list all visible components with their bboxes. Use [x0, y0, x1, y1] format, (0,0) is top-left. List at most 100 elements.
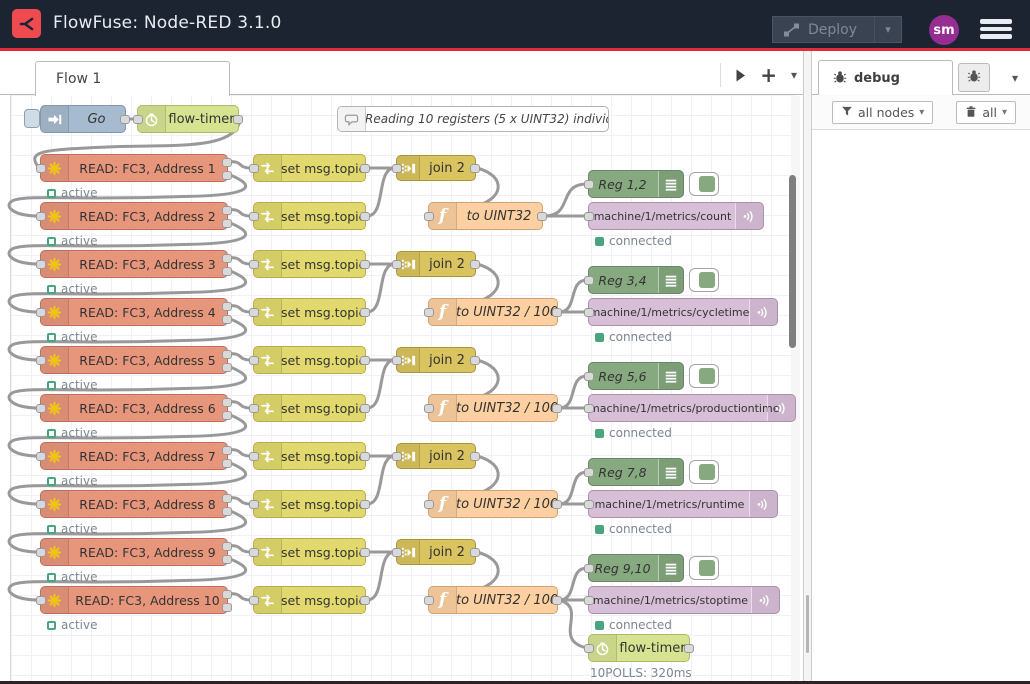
input-port[interactable] [584, 564, 594, 573]
node-read-1[interactable]: READ: FC3, Address 1 [40, 154, 228, 182]
node-read-5[interactable]: READ: FC3, Address 5 [40, 346, 228, 374]
node-change-8[interactable]: set msg.topic [253, 490, 366, 518]
input-port[interactable] [36, 404, 46, 413]
input-port[interactable] [249, 164, 259, 173]
node-debug-5[interactable]: Reg 9,10 [588, 554, 684, 582]
list-flows-icon[interactable] [735, 69, 746, 82]
output-port[interactable] [360, 452, 370, 461]
input-port[interactable] [36, 356, 46, 365]
user-avatar[interactable]: sm [929, 15, 959, 45]
output-port-1[interactable] [222, 542, 232, 551]
output-port-2[interactable] [222, 555, 232, 564]
output-port-2[interactable] [222, 219, 232, 228]
node-change-1[interactable]: set msg.topic [253, 154, 366, 182]
input-port[interactable] [36, 452, 46, 461]
flow-canvas[interactable]: Goflow-timerReading 10 registers (5 x UI… [0, 0, 803, 681]
node-ft-bottom[interactable]: flow-timer [588, 634, 690, 662]
input-port[interactable] [584, 180, 594, 189]
input-port[interactable] [392, 356, 402, 365]
node-change-5[interactable]: set msg.topic [253, 346, 366, 374]
input-port[interactable] [36, 164, 46, 173]
node-join-3[interactable]: join 2 [396, 347, 476, 373]
input-port[interactable] [424, 596, 434, 605]
node-func-1[interactable]: fto UINT32 [428, 202, 543, 230]
output-port[interactable] [470, 356, 480, 365]
node-change-6[interactable]: set msg.topic [253, 394, 366, 422]
node-read-9[interactable]: READ: FC3, Address 9 [40, 538, 228, 566]
output-port[interactable] [360, 596, 370, 605]
node-join-5[interactable]: join 2 [396, 539, 476, 565]
output-port-2[interactable] [222, 171, 232, 180]
output-port[interactable] [470, 260, 480, 269]
node-read-2[interactable]: READ: FC3, Address 2 [40, 202, 228, 230]
input-port[interactable] [133, 115, 143, 124]
node-mqtt-2[interactable]: machine/1/metrics/cycletime [588, 298, 778, 326]
input-port[interactable] [249, 452, 259, 461]
output-port-2[interactable] [222, 603, 232, 612]
node-read-4[interactable]: READ: FC3, Address 4 [40, 298, 228, 326]
output-port-2[interactable] [222, 267, 232, 276]
input-port[interactable] [249, 548, 259, 557]
node-func-5[interactable]: fto UINT32 / 100 [428, 586, 558, 614]
input-port[interactable] [584, 308, 594, 317]
node-mqtt-4[interactable]: machine/1/metrics/runtime [588, 490, 778, 518]
input-port[interactable] [424, 308, 434, 317]
debug-enable-toggle[interactable] [689, 364, 719, 388]
output-port[interactable] [552, 596, 562, 605]
main-menu-button[interactable] [980, 19, 1012, 42]
debug-enable-toggle[interactable] [689, 556, 719, 580]
debug-filter-button[interactable]: all nodes ▾ [832, 101, 933, 124]
output-port[interactable] [360, 500, 370, 509]
separator-handle[interactable] [806, 595, 809, 653]
input-port[interactable] [424, 500, 434, 509]
input-port[interactable] [584, 596, 594, 605]
node-change-2[interactable]: set msg.topic [253, 202, 366, 230]
debug-enable-toggle[interactable] [689, 268, 719, 292]
input-port[interactable] [36, 308, 46, 317]
output-port[interactable] [470, 164, 480, 173]
node-read-7[interactable]: READ: FC3, Address 7 [40, 442, 228, 470]
input-port[interactable] [392, 452, 402, 461]
input-port[interactable] [584, 468, 594, 477]
input-port[interactable] [392, 260, 402, 269]
output-port[interactable] [360, 356, 370, 365]
input-port[interactable] [36, 548, 46, 557]
node-inject-go[interactable]: Go [40, 105, 126, 133]
inject-button[interactable] [24, 109, 40, 128]
node-read-10[interactable]: READ: FC3, Address 10 [40, 586, 228, 614]
node-debug-3[interactable]: Reg 5,6 [588, 362, 684, 390]
node-mqtt-5[interactable]: machine/1/metrics/stoptime [588, 586, 780, 614]
output-port[interactable] [360, 260, 370, 269]
node-func-3[interactable]: fto UINT32 / 100 [428, 394, 558, 422]
node-mqtt-3[interactable]: machine/1/metrics/productiontime [588, 394, 796, 422]
output-port-1[interactable] [222, 590, 232, 599]
output-port[interactable] [552, 404, 562, 413]
node-join-4[interactable]: join 2 [396, 443, 476, 469]
node-ft-top[interactable]: flow-timer [137, 105, 239, 133]
output-port[interactable] [360, 404, 370, 413]
input-port[interactable] [584, 644, 594, 653]
output-port[interactable] [470, 452, 480, 461]
input-port[interactable] [249, 308, 259, 317]
debug-filter-pane-button[interactable] [958, 63, 990, 92]
add-flow-button[interactable]: + [760, 65, 777, 85]
input-port[interactable] [249, 212, 259, 221]
node-debug-4[interactable]: Reg 7,8 [588, 458, 684, 486]
input-port[interactable] [249, 356, 259, 365]
node-read-6[interactable]: READ: FC3, Address 6 [40, 394, 228, 422]
input-port[interactable] [392, 548, 402, 557]
input-port[interactable] [584, 404, 594, 413]
debug-enable-toggle[interactable] [689, 172, 719, 196]
output-port-2[interactable] [222, 411, 232, 420]
output-port-1[interactable] [222, 398, 232, 407]
output-port-1[interactable] [222, 446, 232, 455]
output-port-2[interactable] [222, 315, 232, 324]
node-join-1[interactable]: join 2 [396, 155, 476, 181]
output-port-1[interactable] [222, 302, 232, 311]
sidebar-separator[interactable] [803, 51, 812, 681]
node-func-2[interactable]: fto UINT32 / 100 [428, 298, 558, 326]
output-port-2[interactable] [222, 459, 232, 468]
node-read-8[interactable]: READ: FC3, Address 8 [40, 490, 228, 518]
node-read-3[interactable]: READ: FC3, Address 3 [40, 250, 228, 278]
output-port-1[interactable] [222, 254, 232, 263]
